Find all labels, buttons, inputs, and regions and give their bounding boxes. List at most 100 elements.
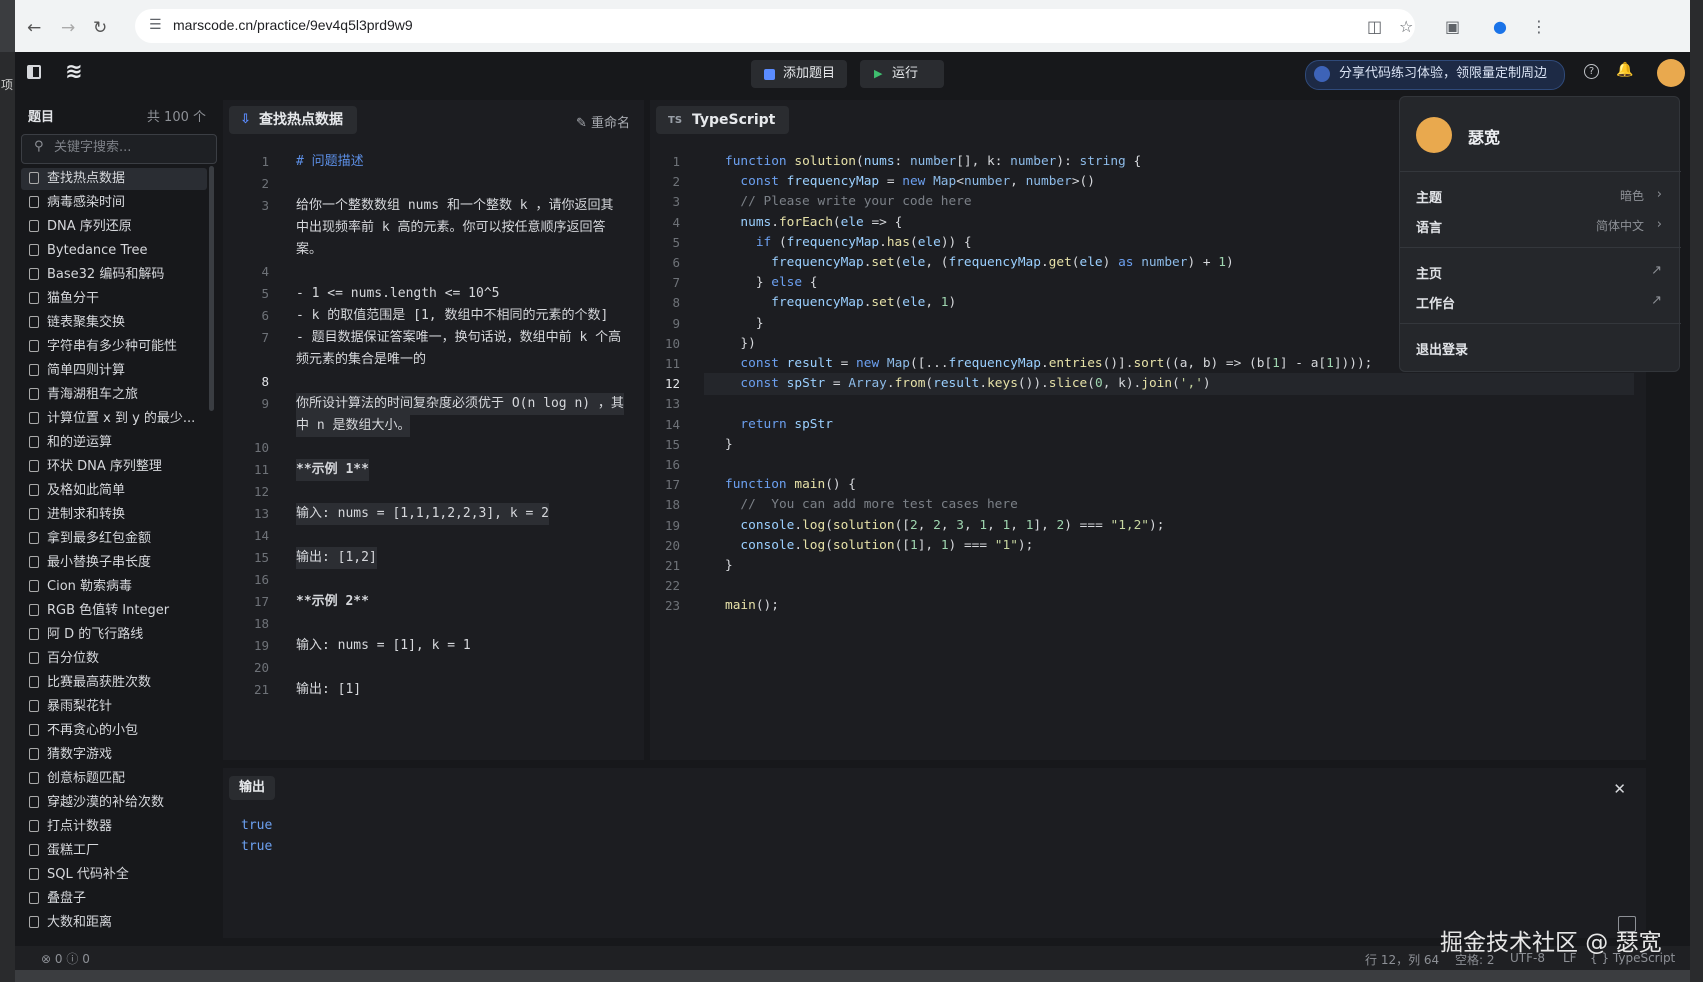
sidebar-problem-item[interactable]: 环状 DNA 序列整理: [21, 456, 207, 478]
line-number: 3: [261, 198, 269, 213]
address-bar[interactable]: ☰ marscode.cn/practice/9ev4q5l3prd9w9: [135, 9, 1415, 43]
sidebar-problem-item[interactable]: 链表聚集交换: [21, 312, 207, 334]
document-icon: [29, 724, 39, 736]
search-box[interactable]: ⚲: [21, 134, 217, 164]
reload-icon[interactable]: ↻: [93, 18, 107, 38]
sidebar-problem-item[interactable]: 最小替换子串长度: [21, 552, 207, 574]
code-line: return spStr: [740, 416, 833, 432]
problem-line: 中出现频率前 k 高的元素。你可以按任意顺序返回答: [296, 220, 606, 235]
download-icon: ⇩: [240, 112, 251, 127]
code-line: } else {: [725, 275, 818, 291]
sidebar-problem-item[interactable]: Bytedance Tree: [21, 240, 207, 262]
constraint-line: - 1 <= nums.length <= 10^5: [296, 286, 500, 301]
line-number: 15: [664, 436, 680, 452]
output-line: true: [241, 839, 273, 854]
example-output: 输出: [1,2]: [296, 547, 377, 569]
problem-item-label: 阿 D 的飞行路线: [47, 627, 144, 642]
sidebar-problem-item[interactable]: 百分位数: [21, 648, 207, 670]
sidebar-problem-item[interactable]: 叠盘子: [21, 888, 207, 910]
editor-tab-label: TypeScript: [692, 112, 776, 128]
document-icon: [29, 460, 39, 472]
sidebar-problem-item[interactable]: 病毒感染时间: [21, 192, 207, 214]
add-problem-button[interactable]: 添加题目: [751, 60, 848, 88]
menu-item-language[interactable]: 语言 简体中文 ›: [1416, 217, 1664, 236]
marscode-logo-icon[interactable]: ≋: [65, 59, 83, 83]
sidebar-problem-item[interactable]: 打点计数器: [21, 816, 207, 838]
problem-tab[interactable]: ⇩ 查找热点数据: [229, 106, 357, 134]
document-icon: [29, 700, 39, 712]
sidebar-problem-item[interactable]: Base32 编码和解码: [21, 264, 207, 286]
editor-tab[interactable]: TS TypeScript: [656, 106, 790, 134]
site-settings-icon[interactable]: ☰: [149, 17, 162, 33]
document-icon: [29, 388, 39, 400]
code-line: const spStr = Array.from(result.keys()).…: [740, 376, 1211, 392]
document-icon: [29, 292, 39, 304]
document-icon: [29, 556, 39, 568]
document-icon: [29, 772, 39, 784]
pencil-icon: ✎: [575, 116, 587, 131]
line-number: 11: [253, 462, 269, 477]
sidebar-problem-item[interactable]: 比赛最高获胜次数: [21, 672, 207, 694]
search-input[interactable]: [52, 139, 206, 156]
sidebar-problem-item[interactable]: 创意标题匹配: [21, 768, 207, 790]
sidebar-problem-item[interactable]: 青海湖租车之旅: [21, 384, 207, 406]
problem-line: 案。: [296, 242, 323, 257]
install-app-icon[interactable]: ◫: [1367, 17, 1382, 36]
browser-menu-icon[interactable]: ⋮: [1531, 17, 1547, 36]
line-number: 2: [261, 176, 269, 191]
sidebar-problem-item[interactable]: 字符串有多少种可能性: [21, 336, 207, 358]
line-number: 5: [672, 234, 680, 250]
document-icon: [29, 484, 39, 496]
sidebar-problem-item[interactable]: 和的逆运算: [21, 432, 207, 454]
sidebar-problem-item[interactable]: DNA 序列还原: [21, 216, 207, 238]
menu-item-logout[interactable]: 退出登录: [1416, 339, 1664, 358]
run-button[interactable]: ▶ 运行: [860, 60, 945, 88]
sidebar-problem-item[interactable]: 不再贪心的小包: [21, 720, 207, 742]
document-icon: [29, 748, 39, 760]
menu-item-workbench[interactable]: 工作台 ↗: [1416, 293, 1664, 312]
sidebar-problem-item[interactable]: 阿 D 的飞行路线: [21, 624, 207, 646]
error-indicator[interactable]: ⊗ 0 ⓘ 0: [41, 950, 90, 967]
bell-icon[interactable]: 🔔: [1616, 62, 1633, 78]
sidebar-toggle-icon[interactable]: [27, 65, 41, 79]
sidebar-problem-item[interactable]: SQL 代码补全: [21, 864, 207, 886]
sidebar-problem-item[interactable]: 简单四则计算: [21, 360, 207, 382]
extensions-icon[interactable]: ▣: [1445, 17, 1460, 36]
cursor-position[interactable]: 行 12，列 64: [1365, 951, 1439, 968]
line-number: 5: [261, 286, 269, 301]
sidebar-problem-item[interactable]: RGB 色值转 Integer: [21, 600, 207, 622]
sidebar-problem-item[interactable]: 进制求和转换: [21, 504, 207, 526]
sidebar-problem-item[interactable]: 暴雨梨花针: [21, 696, 207, 718]
sidebar-problem-item[interactable]: 蛋糕工厂: [21, 840, 207, 862]
sidebar-problem-item[interactable]: 拿到最多红包金额: [21, 528, 207, 550]
line-number: 9: [672, 315, 680, 331]
menu-item-theme[interactable]: 主题 暗色 ›: [1416, 187, 1664, 206]
output-tab[interactable]: 输出: [229, 776, 276, 800]
sidebar-problem-item[interactable]: 猫鱼分干: [21, 288, 207, 310]
url-text[interactable]: marscode.cn/practice/9ev4q5l3prd9w9: [173, 17, 413, 33]
help-icon[interactable]: ?: [1584, 64, 1599, 79]
example-output: 输出: [1]: [296, 682, 362, 697]
line-number: 2: [672, 174, 680, 190]
status-bar: ⊗ 0 ⓘ 0 行 12，列 64 空格: 2 UTF-8 LF { } Typ…: [15, 946, 1690, 970]
profile-icon[interactable]: ●: [1493, 17, 1507, 36]
line-number: 16: [664, 457, 680, 472]
back-icon[interactable]: ←: [27, 18, 41, 38]
close-output-icon[interactable]: ✕: [1613, 780, 1626, 798]
forward-icon[interactable]: →: [61, 18, 75, 38]
menu-item-home[interactable]: 主页 ↗: [1416, 263, 1664, 282]
warning-icon: ⓘ: [66, 952, 79, 966]
sidebar-scrollbar[interactable]: [209, 166, 214, 411]
sidebar-problem-item[interactable]: Cion 勒索病毒: [21, 576, 207, 598]
user-avatar[interactable]: [1657, 59, 1685, 87]
sidebar-problem-item[interactable]: 猜数字游戏: [21, 744, 207, 766]
bookmark-star-icon[interactable]: ☆: [1399, 17, 1413, 36]
code-line: function solution(nums: number[], k: num…: [725, 154, 1142, 169]
rename-button[interactable]: ✎ 重命名: [576, 112, 630, 131]
sidebar-problem-item[interactable]: 计算位置 x 到 y 的最少...: [21, 408, 207, 430]
sidebar-problem-item[interactable]: 及格如此简单: [21, 480, 207, 502]
sidebar-problem-item[interactable]: 大数和距离: [21, 912, 207, 934]
sidebar-problem-item[interactable]: 查找热点数据: [21, 168, 207, 190]
share-banner[interactable]: 分享代码练习体验，领限量定制周边: [1305, 60, 1565, 90]
sidebar-problem-item[interactable]: 穿越沙漠的补给次数: [21, 792, 207, 814]
